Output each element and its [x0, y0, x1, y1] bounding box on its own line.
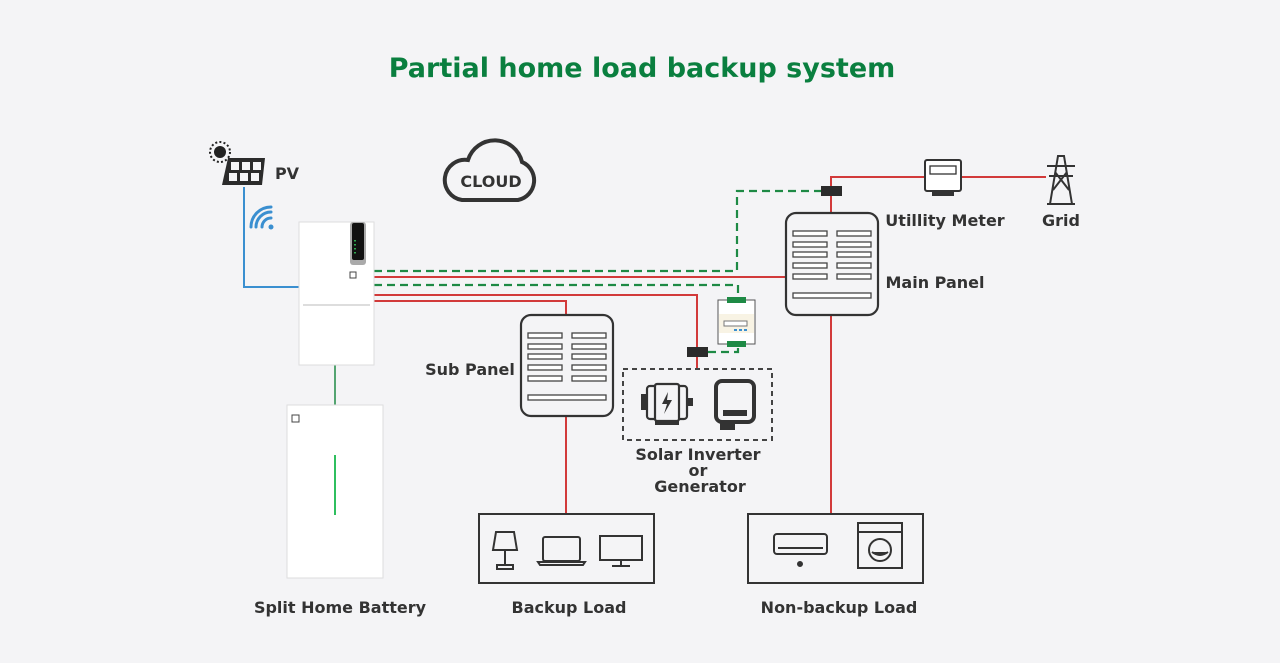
- laptop-icon: [536, 536, 587, 566]
- monitor-icon: [599, 535, 643, 567]
- pv-label: PV: [275, 164, 300, 183]
- generator-icon: [641, 382, 693, 425]
- ac-line-grid: [830, 176, 925, 213]
- air-conditioner-icon: [773, 533, 828, 567]
- comm-line-meter: [374, 283, 740, 298]
- sub-panel-icon: [519, 313, 615, 418]
- inverter: [298, 221, 375, 366]
- non-backup-load-label: Non-backup Load: [761, 598, 918, 617]
- grid-tower-icon: [1047, 155, 1075, 205]
- battery-label: Split Home Battery: [254, 598, 427, 617]
- sun-icon: [209, 141, 231, 163]
- ac-line-sub: [374, 300, 567, 315]
- washing-machine-icon: [857, 522, 903, 569]
- backup-load-box: [478, 513, 655, 584]
- grid-label: Grid: [1042, 211, 1080, 230]
- diagram-title: Partial home load backup system: [389, 53, 896, 84]
- diagram: Partial home load backup system PV CLOUD: [209, 53, 1080, 617]
- cloud-icon: CLOUD: [442, 138, 537, 202]
- comm-line-main: [374, 189, 822, 273]
- smart-meter-icon: [717, 297, 756, 347]
- solar-panel-icon: [222, 158, 265, 185]
- backup-load-label: Backup Load: [512, 598, 627, 617]
- utility-meter-label: Utillity Meter: [885, 211, 1005, 230]
- utility-meter-icon: [924, 159, 962, 196]
- pv-line: [243, 187, 299, 288]
- battery: [286, 404, 384, 579]
- wifi-icon: [249, 205, 274, 230]
- main-panel-label: Main Panel: [886, 273, 985, 292]
- main-panel-icon: [784, 211, 880, 317]
- cloud-label: CLOUD: [460, 172, 521, 191]
- solar-inverter-icon: [714, 379, 756, 430]
- sub-panel-label: Sub Panel: [425, 360, 515, 379]
- lamp-icon: [491, 531, 519, 570]
- generator-label: Generator: [654, 477, 746, 496]
- ct-sensor-icon: [821, 186, 842, 196]
- ct-sensor-icon: [687, 347, 708, 357]
